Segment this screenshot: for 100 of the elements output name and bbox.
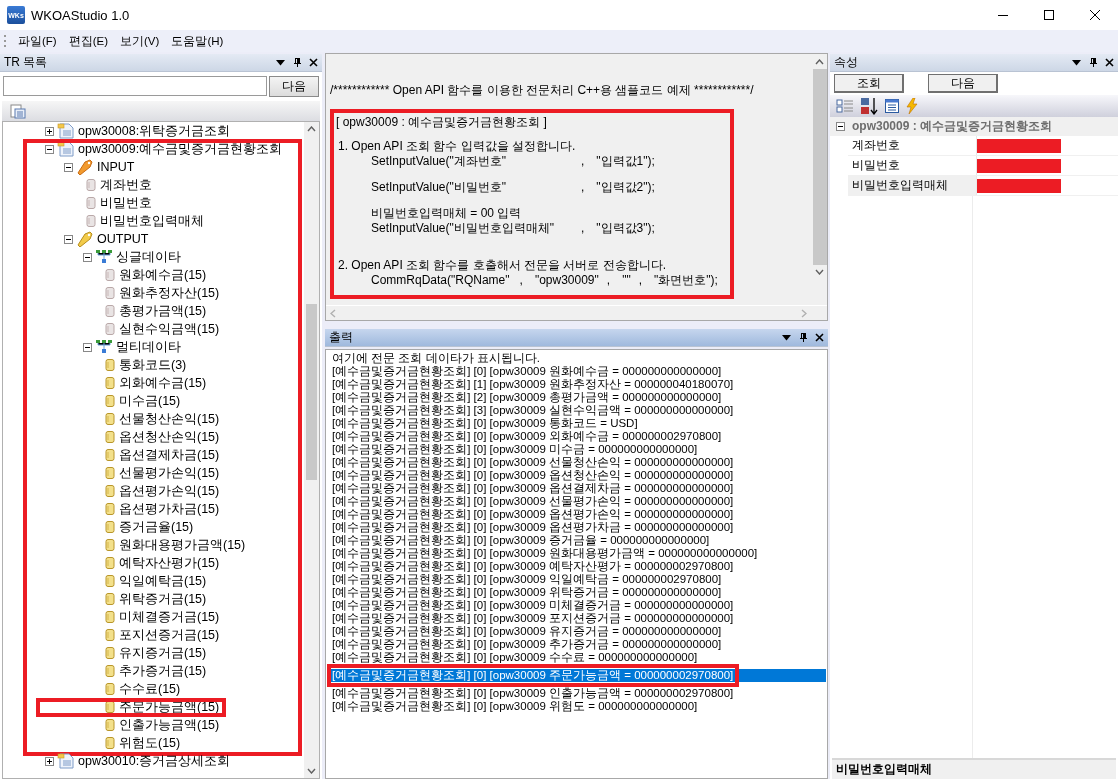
output-line[interactable]: [예수금및증거금현황조회] [3] [opw30009 실현수익금액 = 000000000000000]: [327, 404, 826, 417]
close-icon[interactable]: [1105, 58, 1114, 67]
output-line[interactable]: [예수금및증거금현황조회] [2] [opw30009 총평가금액 = 000000000000000]: [327, 391, 826, 404]
tree-item[interactable]: 비밀번호입력매체: [97, 212, 204, 230]
output-line[interactable]: [예수금및증거금현황조회] [0] [opw30009 추가증거금 = 000000000000000]: [327, 638, 826, 651]
tree-item[interactable]: opw30010:증거금상세조회: [75, 752, 231, 770]
collapse-icon[interactable]: [836, 122, 845, 131]
tree-item[interactable]: 옵션평가차금(15): [116, 500, 220, 518]
output-line[interactable]: [예수금및증거금현황조회] [0] [opw30009 통화코드 = USD]: [327, 417, 826, 430]
tree-item[interactable]: 유지증거금(15): [116, 644, 207, 662]
collapse-icon[interactable]: [83, 252, 92, 262]
expand-icon[interactable]: [45, 126, 54, 136]
output-line[interactable]: [예수금및증거금현황조회] [0] [opw30009 원화대용평가금액 = 000000000000000]: [327, 547, 826, 560]
output-line[interactable]: [예수금및증거금현황조회] [0] [opw30009 예탁자산평가 = 000000002970800]: [327, 560, 826, 573]
dropdown-icon[interactable]: [1072, 59, 1081, 66]
tree-item[interactable]: opw30008:위탁증거금조회: [75, 122, 231, 140]
tree-item[interactable]: 옵션평가손익(15): [116, 482, 220, 500]
categorized-icon[interactable]: [836, 98, 854, 114]
menu-item[interactable]: 파일(F): [12, 33, 63, 49]
scroll-up-icon[interactable]: [815, 59, 824, 65]
toolbar-button[interactable]: 조회: [834, 74, 904, 93]
property-row[interactable]: 비밀번호: [848, 156, 1118, 176]
tree-item[interactable]: 실현수익금액(15): [116, 320, 220, 338]
output-line[interactable]: [예수금및증거금현황조회] [0] [opw30009 미수금 = 000000000000000]: [327, 443, 826, 456]
menu-item[interactable]: 편집(E): [62, 33, 115, 49]
tree-item[interactable]: 계좌번호: [97, 176, 152, 194]
tree-item[interactable]: 옵션청산손익(15): [116, 428, 220, 446]
output-line[interactable]: [예수금및증거금현황조회] [0] [opw30009 선물청산손익 = 000000000000000]: [327, 456, 826, 469]
dropdown-icon[interactable]: [276, 59, 285, 66]
next-button[interactable]: 다음: [269, 76, 319, 97]
maximize-icon[interactable]: [1044, 10, 1054, 20]
tree-item[interactable]: 총평가금액(15): [116, 302, 207, 320]
tree-item[interactable]: OUTPUT: [94, 232, 149, 246]
tree-item[interactable]: 원화예수금(15): [116, 266, 207, 284]
output-line[interactable]: [예수금및증거금현황조회] [0] [opw30009 원화예수금 = 000000000000000]: [327, 365, 826, 378]
pin-icon[interactable]: [293, 58, 301, 67]
sort-icon[interactable]: [860, 97, 878, 115]
output-line[interactable]: [예수금및증거금현황조회] [0] [opw30009 위험도 = 000000000000000]: [327, 700, 826, 713]
close-icon[interactable]: [1090, 10, 1100, 20]
tree-item[interactable]: 원화대용평가금액(15): [116, 536, 246, 554]
tree-item[interactable]: 인출가능금액(15): [116, 716, 220, 734]
tree-item[interactable]: INPUT: [94, 160, 135, 174]
output-line[interactable]: 여기에 전문 조회 데이타가 표시됩니다.: [327, 352, 826, 365]
tree-item[interactable]: 위험도(15): [116, 734, 181, 752]
output-line[interactable]: [예수금및증거금현황조회] [0] [opw30009 익일예탁금 = 000000002970800]: [327, 573, 826, 586]
expand-icon[interactable]: [45, 756, 54, 766]
property-row[interactable]: 계좌번호: [848, 136, 1118, 156]
tree-item[interactable]: 추가증거금(15): [116, 662, 207, 680]
search-field[interactable]: [3, 76, 267, 96]
output-line[interactable]: [예수금및증거금현황조회] [0] [opw30009 옵션평가손익 = 000000000000000]: [327, 508, 826, 521]
tree-item[interactable]: 외화예수금(15): [116, 374, 207, 392]
tree-item[interactable]: 통화코드(3): [116, 356, 187, 374]
output-line[interactable]: [예수금및증거금현황조회] [0] [opw30009 위탁증거금 = 000000000000000]: [327, 586, 826, 599]
output-line[interactable]: [예수금및증거금현황조회] [0] [opw30009 수수료 = 000000000000000]: [327, 651, 826, 664]
output-line[interactable]: [예수금및증거금현황조회] [0] [opw30009 증거금율 = 000000000000000]: [327, 534, 826, 547]
tree-item[interactable]: 원화추정자산(15): [116, 284, 220, 302]
tree-item[interactable]: 수수료(15): [116, 680, 181, 698]
menu-item[interactable]: 보기(V): [114, 33, 166, 49]
tree-item[interactable]: 위탁증거금(15): [116, 590, 207, 608]
output-line[interactable]: [예수금및증거금현황조회] [0] [opw30009 옵션결제차금 = 000000000000000]: [327, 482, 826, 495]
property-pages-icon[interactable]: [884, 98, 900, 114]
close-icon[interactable]: [309, 58, 318, 67]
collapse-icon[interactable]: [64, 234, 73, 244]
output-line[interactable]: [예수금및증거금현황조회] [0] [opw30009 선물평가손익 = 000000000000000]: [327, 495, 826, 508]
output-line[interactable]: [예수금및증거금현황조회] [0] [opw30009 미체결증거금 = 000000000000000]: [327, 599, 826, 612]
tree-item[interactable]: 옵션결제차금(15): [116, 446, 220, 464]
pin-icon[interactable]: [1089, 58, 1097, 67]
menu-item[interactable]: 도움말(H): [165, 33, 230, 49]
document-list-icon[interactable]: [10, 103, 26, 119]
collapse-icon[interactable]: [64, 162, 73, 172]
tree-item[interactable]: 증거금율(15): [116, 518, 194, 536]
tree-item[interactable]: 미체결증거금(15): [116, 608, 220, 626]
pin-icon[interactable]: [799, 333, 807, 342]
property-row[interactable]: 비밀번호입력매체: [848, 176, 1118, 196]
tree-item[interactable]: 주문가능금액(15): [116, 698, 220, 716]
tree-item[interactable]: 익일예탁금(15): [116, 572, 207, 590]
close-icon[interactable]: [815, 333, 824, 342]
scrollbar-thumb[interactable]: [306, 304, 317, 480]
tree-item[interactable]: opw30009:예수금및증거금현황조회: [75, 140, 283, 158]
output-line[interactable]: [예수금및증거금현황조회] [0] [opw30009 옵션평가차금 = 000000000000000]: [327, 521, 826, 534]
output-line[interactable]: [예수금및증거금현황조회] [0] [opw30009 외화예수금 = 000000002970800]: [327, 430, 826, 443]
collapse-icon[interactable]: [45, 144, 54, 154]
output-line[interactable]: [예수금및증거금현황조회] [0] [opw30009 옵션청산손익 = 000000000000000]: [327, 469, 826, 482]
output-line[interactable]: [예수금및증거금현황조회] [0] [opw30009 포지션증거금 = 000000000000000]: [327, 612, 826, 625]
scroll-up-icon[interactable]: [307, 126, 316, 132]
tree-item[interactable]: 포지션증거금(15): [116, 626, 220, 644]
output-line[interactable]: [예수금및증거금현황조회] [0] [opw30009 인출가능금액 = 000000002970800]: [327, 687, 826, 700]
tree-item[interactable]: 선물평가손익(15): [116, 464, 220, 482]
tree-item[interactable]: 예탁자산평가(15): [116, 554, 220, 572]
output-line[interactable]: [예수금및증거금현황조회] [1] [opw30009 원화추정자산 = 000000040180070]: [327, 378, 826, 391]
scrollbar-thumb[interactable]: [812, 69, 827, 265]
collapse-icon[interactable]: [83, 342, 92, 352]
tree-item[interactable]: 멀티데이타: [113, 338, 181, 356]
tree-item[interactable]: 미수금(15): [116, 392, 181, 410]
toolbar-button[interactable]: 다음: [928, 74, 998, 93]
scroll-down-icon[interactable]: [815, 269, 824, 275]
scroll-down-icon[interactable]: [307, 768, 316, 774]
output-line[interactable]: [예수금및증거금현황조회] [0] [opw30009 유지증거금 = 000000000000000]: [327, 625, 826, 638]
tree-item[interactable]: 비밀번호: [97, 194, 152, 212]
tree-item[interactable]: 선물청산손익(15): [116, 410, 220, 428]
